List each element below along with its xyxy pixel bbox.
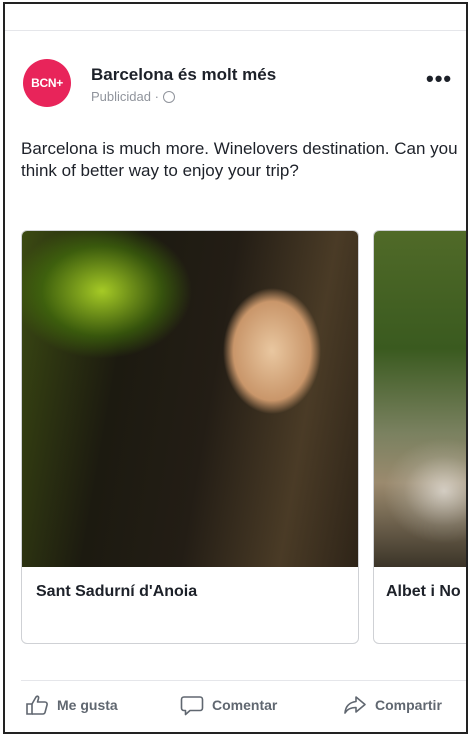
avatar[interactable]: BCN+ — [23, 59, 71, 107]
thumbs-up-icon — [25, 694, 49, 716]
more-options-icon[interactable]: ••• — [426, 66, 452, 92]
action-bar: Me gusta Comentar Compartir — [25, 694, 466, 720]
sponsored-label: Publicidad · — [91, 89, 159, 104]
card-title[interactable]: Sant Sadurní d'Anoia — [36, 583, 197, 601]
actions-divider — [21, 680, 466, 681]
card-image[interactable] — [374, 231, 466, 567]
avatar-text: BCN+ — [31, 76, 63, 90]
share-label: Compartir — [375, 697, 442, 713]
comment-label: Comentar — [212, 697, 278, 713]
post-text: Barcelona is much more. Winelovers desti… — [21, 139, 458, 180]
comment-bubble-icon — [180, 694, 204, 716]
card-image[interactable] — [22, 231, 358, 567]
comment-button[interactable]: Comentar — [180, 694, 277, 716]
like-button[interactable]: Me gusta — [25, 694, 118, 716]
share-button[interactable]: Compartir — [343, 694, 442, 716]
like-label: Me gusta — [57, 697, 118, 713]
sponsored-row: Publicidad · — [91, 89, 175, 104]
share-arrow-icon — [343, 694, 367, 716]
facebook-ad-post: BCN+ Barcelona és molt més Publicidad · … — [3, 2, 468, 734]
page-name-link[interactable]: Barcelona és molt més — [91, 65, 276, 85]
globe-icon — [162, 90, 175, 103]
carousel-card[interactable]: Sant Sadurní d'Anoia — [21, 230, 359, 644]
carousel-card[interactable]: Albet i No — [373, 230, 466, 644]
card-title[interactable]: Albet i No — [386, 583, 461, 601]
top-divider — [5, 30, 466, 31]
